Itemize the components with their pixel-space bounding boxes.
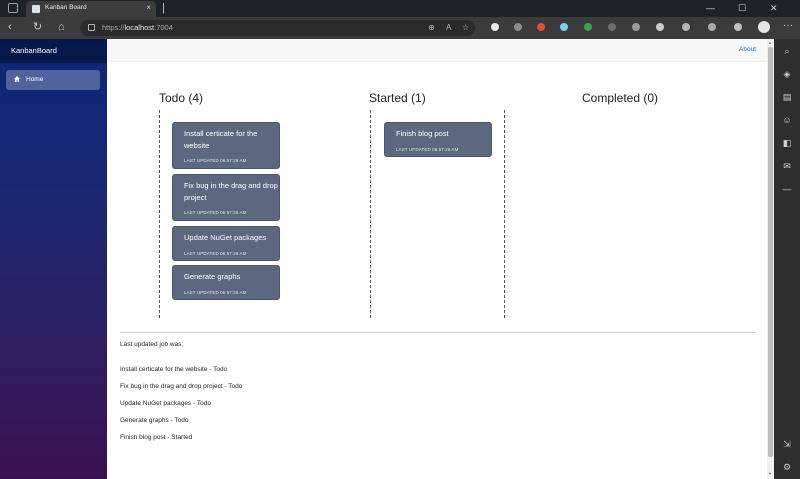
minimize-icon[interactable]: — xyxy=(706,2,715,14)
kanban-card[interactable]: Finish blog post LAST UPDATED 06:57:26 A… xyxy=(384,122,492,157)
star-icon[interactable]: ☆ xyxy=(462,23,469,33)
url-text[interactable]: https://localhost:7004 xyxy=(102,23,173,32)
home-icon[interactable]: ⌂ xyxy=(58,21,65,34)
tab-close-icon[interactable]: × xyxy=(146,3,151,13)
log-item: Generate graphs - Todo xyxy=(120,417,189,424)
log-item: Finish blog post - Started xyxy=(120,434,193,441)
maximize-icon[interactable]: ☐ xyxy=(738,2,746,14)
browser-menu-icon[interactable]: ··· xyxy=(783,19,793,33)
about-link[interactable]: About xyxy=(739,46,756,53)
divider-line xyxy=(120,332,756,333)
log-item: Update NuGet packages - Todo xyxy=(120,400,211,407)
column-title-completed: Completed (0) xyxy=(582,91,659,105)
tab-title: Kanban Board xyxy=(45,4,87,11)
extension-4-icon[interactable] xyxy=(560,23,568,31)
profile-avatar-icon[interactable] xyxy=(758,21,770,33)
app-brand[interactable]: KanbanBoard xyxy=(11,46,57,55)
page-scrollbar[interactable]: ▲ ▼ xyxy=(767,39,774,479)
scroll-thumb[interactable] xyxy=(768,47,773,457)
card-last-updated: LAST UPDATED 06:57:26 AM xyxy=(184,251,247,256)
card-last-updated: LAST UPDATED 06:57:26 AM xyxy=(184,210,247,215)
extension-2-icon[interactable] xyxy=(514,23,522,31)
top-row: About xyxy=(107,39,767,62)
split-icon[interactable]: ⇲ xyxy=(781,438,793,450)
back-arrow-icon[interactable]: ‹ xyxy=(8,21,12,34)
refresh-icon[interactable]: ↻ xyxy=(33,21,42,34)
address-bar[interactable]: https://localhost:7004 ⊕ A ☆ xyxy=(80,20,475,36)
office-icon[interactable]: ◧ xyxy=(781,137,793,149)
extension-3-icon[interactable] xyxy=(537,23,545,31)
new-tab-icon[interactable]: | xyxy=(162,1,165,15)
add-icon[interactable]: — xyxy=(781,183,793,195)
browser-tab-bar: Kanban Board × | — ☐ ✕ xyxy=(0,0,800,17)
browser-tab[interactable]: Kanban Board × xyxy=(26,1,156,17)
column-divider xyxy=(159,110,160,318)
log-item: Fix bug in the drag and drop project - T… xyxy=(120,383,243,390)
split-screen-icon[interactable] xyxy=(682,23,690,31)
column-title-started: Started (1) xyxy=(369,91,426,105)
shopping-icon[interactable]: ◈ xyxy=(781,68,793,80)
column-divider xyxy=(504,110,505,318)
extension-5-icon[interactable] xyxy=(584,23,592,31)
column-title-todo: Todo (4) xyxy=(159,91,204,105)
log-item: Install certicate for the website - Todo xyxy=(120,366,228,373)
log-title: Last updated job was: xyxy=(120,341,184,348)
extension-8-icon[interactable] xyxy=(656,23,664,31)
read-aloud-icon[interactable]: A xyxy=(446,23,451,33)
sidebar-item-home[interactable]: Home xyxy=(6,70,100,90)
brand-bar: KanbanBoard xyxy=(0,39,107,63)
search-icon[interactable]: ⌕ xyxy=(781,45,793,57)
gear-icon[interactable]: ⚙ xyxy=(781,461,793,473)
outlook-icon[interactable]: ✉ xyxy=(781,160,793,172)
card-last-updated: LAST UPDATED 06:57:26 AM xyxy=(184,290,247,295)
scroll-up-icon[interactable]: ▲ xyxy=(768,40,772,45)
browser-sidebar: ⌕ ◈ ▤ ☺ ◧ ✉ — ⇲ ⚙ xyxy=(774,39,800,479)
zoom-icon[interactable]: ⊕ xyxy=(428,23,435,33)
extension-1-icon[interactable] xyxy=(491,23,499,31)
scroll-down-icon[interactable]: ▼ xyxy=(768,471,772,476)
app-sidebar: KanbanBoard Home xyxy=(0,39,107,479)
card-last-updated: LAST UPDATED 06:57:26 AM xyxy=(396,147,459,152)
home-icon xyxy=(14,76,20,82)
collections-icon[interactable] xyxy=(734,23,742,31)
kanban-card[interactable]: Generate graphs LAST UPDATED 06:57:26 AM xyxy=(172,265,280,300)
people-icon[interactable]: ☺ xyxy=(781,114,793,126)
extension-7-icon[interactable] xyxy=(632,23,640,31)
card-last-updated: LAST UPDATED 06:57:26 AM xyxy=(184,158,247,163)
kanban-card[interactable]: Install certicate for the website LAST U… xyxy=(172,122,280,169)
card-title: Generate graphs xyxy=(184,272,241,281)
card-title: Install certicate for the website xyxy=(184,129,258,150)
main-content: About Todo (4) Started (1) Completed (0)… xyxy=(107,39,767,479)
card-title: Update NuGet packages xyxy=(184,233,267,242)
tab-actions-icon[interactable] xyxy=(8,3,18,13)
window-close-icon[interactable]: ✕ xyxy=(770,2,778,14)
extension-6-icon[interactable] xyxy=(608,23,616,31)
column-divider xyxy=(370,110,371,318)
card-title: Finish blog post xyxy=(396,129,449,138)
lock-icon[interactable] xyxy=(88,24,95,31)
sidebar-item-label: Home xyxy=(26,76,44,83)
tools-icon[interactable]: ▤ xyxy=(781,91,793,103)
browser-toolbar: ‹ ↻ ⌂ https://localhost:7004 ⊕ A ☆ ··· xyxy=(0,17,800,39)
kanban-card[interactable]: Update NuGet packages LAST UPDATED 06:57… xyxy=(172,226,280,261)
kanban-card[interactable]: Fix bug in the drag and drop project LAS… xyxy=(172,174,280,221)
page-favicon-icon xyxy=(32,5,40,13)
favorites-icon[interactable] xyxy=(708,23,716,31)
card-title: Fix bug in the drag and drop project xyxy=(184,181,278,202)
